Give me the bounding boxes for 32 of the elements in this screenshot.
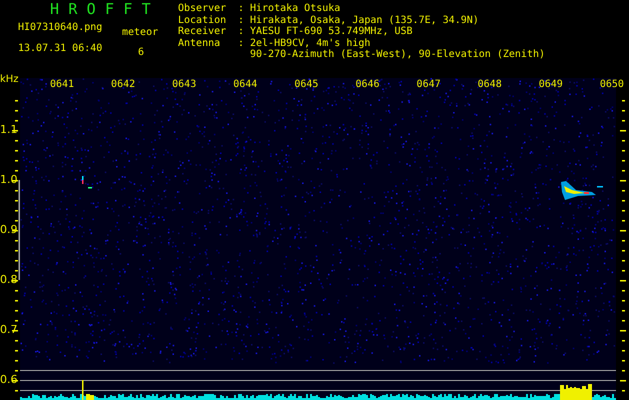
app-title: HROFFT (49, 1, 161, 17)
time-label: 0643 (172, 79, 196, 90)
time-label: 0644 (233, 79, 258, 90)
time-label: 0647 (416, 79, 441, 90)
time-label: 0650 (600, 79, 624, 90)
file-name: HI07310640.png (18, 22, 104, 33)
time-label: 0648 (478, 79, 502, 90)
time-label: 0641 (50, 79, 74, 90)
field-value: 90-270-Azimuth (East-West), 90-Elevation (Zenith) (250, 49, 546, 60)
field-label: Antenna (178, 38, 222, 49)
time-label: 0642 (111, 79, 136, 90)
frequency-label: 0.9 (0, 223, 18, 237)
separator: : (238, 38, 246, 49)
field-value: 2el-HB9CV, 4m's high (250, 38, 370, 48)
timestamp: 13.07.31 06:40 (18, 43, 104, 54)
field-value: YAESU FT-690 53.749MHz, USB (250, 26, 413, 38)
time-label: 0649 (538, 79, 563, 90)
meteor-count: 6 (137, 46, 144, 58)
field-label: Observer (178, 3, 228, 14)
field-value: Hirotaka Otsuka (250, 3, 340, 14)
axis-unit: kHz (0, 74, 19, 85)
field-value: Hirakata, Osaka, Japan (135.7E, 34.9N) (250, 14, 479, 26)
field-label: Location (178, 14, 228, 26)
field-label: Receiver (178, 26, 228, 38)
time-label: 0646 (355, 79, 380, 90)
meteor-echo-drawing (82, 176, 92, 188)
separator: : (238, 14, 246, 26)
separator: : (238, 3, 246, 14)
meteor-label: meteor (122, 26, 158, 38)
meteor-echo-drawing (561, 181, 603, 200)
time-label: 0645 (294, 79, 318, 90)
separator: : (238, 26, 246, 38)
